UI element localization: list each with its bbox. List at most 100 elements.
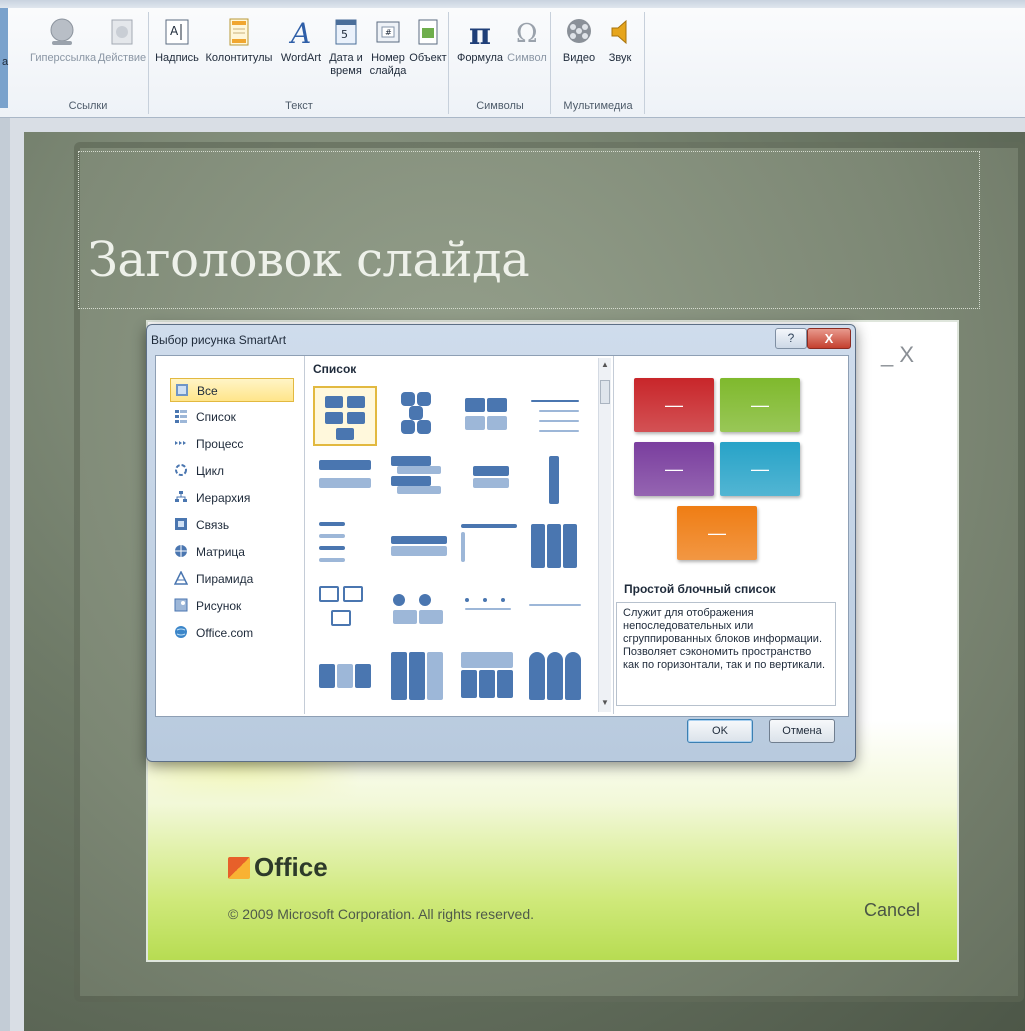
layout-vertical-box-list[interactable] <box>387 452 451 512</box>
layout-stacked-list[interactable] <box>525 452 589 512</box>
group-links: Гиперссылка Действие Ссылки <box>28 12 149 114</box>
action-icon <box>111 19 133 45</box>
layout-circle-picture-list[interactable] <box>525 644 589 704</box>
ribbon: а Гиперссылка Действие Ссылки A Надпись … <box>0 0 1025 118</box>
slide-title: Заголовок слайда <box>88 232 530 288</box>
category-process[interactable]: Процесс <box>170 432 294 456</box>
layout-horizontal-bullet-list[interactable] <box>457 452 521 512</box>
audio-button[interactable]: Звук <box>600 12 640 65</box>
layout-tab-list[interactable] <box>457 516 521 576</box>
header-footer-button[interactable]: Колонтитулы <box>200 12 278 65</box>
category-cycle[interactable]: Цикл <box>170 459 294 483</box>
process-icon <box>175 441 186 445</box>
category-office-com[interactable]: Office.com <box>170 621 294 645</box>
group-symbols-label: Символы <box>476 100 524 112</box>
cancel-button[interactable]: Отмена <box>769 719 835 743</box>
date-time-button[interactable]: 5 Дата и время <box>324 12 368 78</box>
layout-grid-block-list[interactable] <box>387 644 451 704</box>
calendar-icon: 5 <box>335 19 357 45</box>
cut-off-label: а <box>2 56 9 68</box>
svg-text:#: # <box>385 28 392 37</box>
preview-block-red: — <box>634 378 714 432</box>
preview-description: Служит для отображения непоследовательны… <box>616 602 836 706</box>
help-button[interactable]: ? <box>775 328 807 349</box>
relationship-icon <box>175 518 187 530</box>
category-all[interactable]: Все <box>170 378 294 402</box>
layout-preview: — — — — — Простой блочный список Служит … <box>614 356 848 714</box>
office-logo: Office <box>228 852 328 883</box>
layout-circle-accent-list[interactable] <box>387 580 451 640</box>
all-icon <box>176 384 188 396</box>
category-pyramid[interactable]: Пирамида <box>170 567 294 591</box>
category-matrix[interactable]: Матрица <box>170 540 294 564</box>
layout-vertical-block-list[interactable] <box>525 516 589 576</box>
layout-basic-block-list[interactable] <box>313 386 377 446</box>
gallery-scrollbar[interactable]: ▲ ▼ <box>598 358 611 712</box>
category-hierarchy[interactable]: Иерархия <box>170 486 294 510</box>
slide-number-button[interactable]: # Номер слайда <box>368 12 408 78</box>
pyramid-icon <box>174 571 188 585</box>
svg-text:A: A <box>170 24 179 38</box>
layout-horizontal-block-list[interactable] <box>313 644 377 704</box>
textbox-button[interactable]: A Надпись <box>154 12 200 65</box>
layout-picture-block-list[interactable] <box>457 644 521 704</box>
layout-grouped-list[interactable] <box>457 386 521 446</box>
group-links-label: Ссылки <box>68 100 108 112</box>
film-reel-icon <box>567 19 591 43</box>
layout-lined-list[interactable] <box>525 386 589 446</box>
group-text: A Надпись Колонтитулы A WordArt 5 Дата и… <box>150 12 449 114</box>
layout-arrow-list[interactable] <box>525 580 589 640</box>
group-text-label: Текст <box>285 100 313 112</box>
layout-table-list[interactable] <box>387 516 451 576</box>
scroll-down-icon[interactable]: ▼ <box>601 698 609 707</box>
wordart-button[interactable]: A WordArt <box>278 12 324 65</box>
scroll-up-icon[interactable]: ▲ <box>601 360 609 369</box>
layout-square-accent-list[interactable] <box>313 516 377 576</box>
dialog-body: Все Список Процесс Цикл Иерархия Связь М… <box>155 355 849 717</box>
svg-text:Ω: Ω <box>516 19 538 48</box>
ribbon-top-strip <box>0 0 1025 8</box>
scroll-thumb[interactable] <box>600 380 610 404</box>
category-relationship[interactable]: Связь <box>170 513 294 537</box>
svg-text:5: 5 <box>341 28 348 41</box>
splash-window-controls[interactable]: _ X <box>881 342 914 368</box>
svg-text:π: π <box>469 17 491 48</box>
ok-button[interactable]: OK <box>687 719 753 743</box>
header-footer-icon <box>229 18 249 46</box>
wordart-icon: A <box>288 17 311 48</box>
close-button[interactable]: X <box>807 328 851 349</box>
group-symbols: π Формула Ω Символ Символы <box>450 12 551 114</box>
video-button[interactable]: Видео <box>558 12 600 65</box>
layout-picture-caption-list[interactable] <box>313 580 377 640</box>
smartart-dialog: Выбор рисунка SmartArt ? X Все Список Пр… <box>146 324 856 762</box>
slide-number-icon: # <box>376 21 400 43</box>
object-button[interactable]: Объект <box>408 12 448 65</box>
dialog-title: Выбор рисунка SmartArt <box>151 333 287 347</box>
symbol-button[interactable]: Ω Символ <box>506 12 548 65</box>
layout-dot-list[interactable] <box>457 580 521 640</box>
globe-icon <box>175 626 187 638</box>
speaker-icon <box>611 19 627 45</box>
equation-button[interactable]: π Формула <box>454 12 506 65</box>
list-icon <box>175 410 187 423</box>
gallery-heading: Список <box>313 362 357 376</box>
pi-icon: π <box>469 17 491 48</box>
hierarchy-icon <box>175 491 187 502</box>
picture-icon <box>174 598 188 612</box>
preview-block-cyan: — <box>720 442 800 496</box>
object-icon <box>418 19 438 45</box>
group-media: Видео Звук Мультимедиа <box>552 12 645 114</box>
layout-vertical-bullet-list[interactable] <box>313 452 377 512</box>
category-picture[interactable]: Рисунок <box>170 594 294 618</box>
office-logo-icon <box>228 857 250 879</box>
action-button[interactable]: Действие <box>96 12 148 65</box>
hyperlink-button[interactable]: Гиперссылка <box>30 12 96 65</box>
layout-gallery: Список ▲ ▼ <box>305 356 614 714</box>
preview-block-purple: — <box>634 442 714 496</box>
cycle-icon <box>175 464 187 476</box>
category-list-item[interactable]: Список <box>170 405 294 429</box>
layout-hexagon-list[interactable] <box>387 386 451 446</box>
category-list: Все Список Процесс Цикл Иерархия Связь М… <box>156 356 305 714</box>
splash-cancel-link[interactable]: Cancel <box>864 900 920 921</box>
preview-block-green: — <box>720 378 800 432</box>
